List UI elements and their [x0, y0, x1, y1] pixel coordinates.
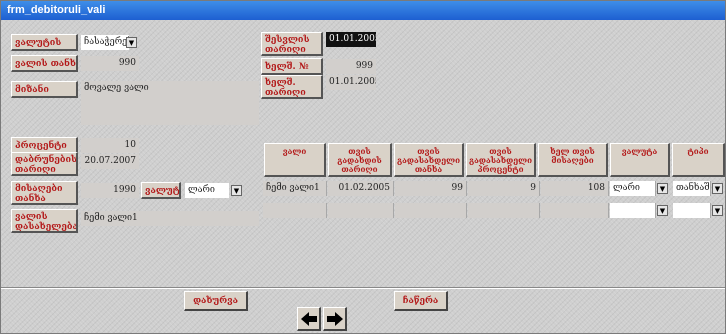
- return-date-label: დაბრუნების თარიღი: [11, 152, 78, 176]
- grid-cell-debt[interactable]: [263, 203, 327, 218]
- grid-cell-receivable[interactable]: 108: [541, 181, 609, 196]
- grid-type-dropdown-icon[interactable]: ▼: [712, 183, 723, 194]
- currency-label: ვალუტა: [141, 182, 181, 199]
- table-row[interactable]: ▼ ▼: [263, 201, 725, 221]
- grid-header-amount: თვის გადასახდელი თანხა: [394, 143, 464, 177]
- code-field[interactable]: 999: [326, 59, 376, 74]
- name-label: მიზანი: [11, 81, 78, 98]
- payer-code-field[interactable]: 990: [81, 56, 139, 71]
- grid-cell-amount[interactable]: [395, 203, 467, 218]
- close-button[interactable]: დახურვა: [184, 291, 248, 311]
- currency-select[interactable]: ლარი: [185, 183, 229, 198]
- grid-header-receivable: ხელ თვის მისაღები: [538, 143, 608, 177]
- return-date-field[interactable]: 20.07.2007: [81, 154, 139, 169]
- grid-cell-type[interactable]: თანხაში: [673, 181, 711, 196]
- date-label: შესვლის თარიღი: [261, 32, 323, 56]
- code-label: ხელშ. №: [261, 58, 323, 75]
- grid-cell-amount[interactable]: 99: [395, 181, 467, 196]
- grid-header-pay-date: თვის გადახდის თარიღი: [328, 143, 392, 177]
- debt-name-label: ვალის დასახელება: [11, 209, 78, 233]
- arrow-left-icon: [301, 312, 317, 326]
- grid-cell-currency[interactable]: ლარი: [610, 181, 656, 196]
- grid-cell-percent[interactable]: [468, 203, 540, 218]
- currency-dropdown-arrow-icon[interactable]: ▼: [231, 185, 242, 196]
- save-button[interactable]: ჩაწერა: [394, 291, 448, 311]
- percent-field[interactable]: 10: [81, 138, 139, 153]
- grid-currency-dropdown-icon[interactable]: ▼: [657, 205, 668, 216]
- name-field[interactable]: მოვალე ვალი: [81, 81, 259, 125]
- status-dropdown-arrow-icon[interactable]: ▼: [126, 37, 137, 48]
- arrow-right-icon: [327, 312, 343, 326]
- amount-field[interactable]: 1990: [81, 183, 139, 198]
- next-record-button[interactable]: [323, 307, 347, 331]
- grid-header-currency: ვალუტა: [610, 143, 670, 177]
- footer-divider: [1, 287, 725, 289]
- table-row[interactable]: ჩემი ვალი1 01.02.2005 99 9 108 ლარი ▼ თა…: [263, 179, 725, 199]
- grid-cell-debt[interactable]: ჩემი ვალი1: [263, 181, 327, 196]
- date-field[interactable]: 01.01.2005: [326, 32, 376, 47]
- reg-date-label: ხელშ. თარიღი: [261, 75, 323, 99]
- grid-cell-receivable[interactable]: [541, 203, 609, 218]
- grid-header-type: ტიპი: [672, 143, 725, 177]
- grid-cell-currency[interactable]: [610, 203, 656, 218]
- amount-label: მისაღები თანხა: [11, 181, 78, 205]
- previous-record-button[interactable]: [297, 307, 321, 331]
- grid-header-debt: ვალი: [264, 143, 326, 177]
- grid-currency-dropdown-icon[interactable]: ▼: [657, 183, 668, 194]
- grid-type-dropdown-icon[interactable]: ▼: [712, 205, 723, 216]
- debt-name-field[interactable]: ჩემი ვალი1: [81, 211, 259, 226]
- form-window: frm_debitoruli_vali ვალუტის ჩასაჭერებელი…: [0, 0, 726, 334]
- grid-cell-type[interactable]: [673, 203, 711, 218]
- reg-date-field[interactable]: 01.01.2005: [326, 75, 376, 90]
- grid-header-percent: თვის გადასახდელი პროცენტი: [466, 143, 536, 177]
- grid-cell-pay-date[interactable]: 01.02.2005: [328, 181, 394, 196]
- window-title: frm_debitoruli_vali: [1, 1, 725, 20]
- grid-cell-pay-date[interactable]: [328, 203, 394, 218]
- payer-code-label: ვალის თანხა: [11, 55, 78, 72]
- grid-cell-percent[interactable]: 9: [468, 181, 540, 196]
- status-select[interactable]: ჩასაჭერებელი: [81, 35, 129, 50]
- status-label: ვალუტის: [11, 34, 78, 51]
